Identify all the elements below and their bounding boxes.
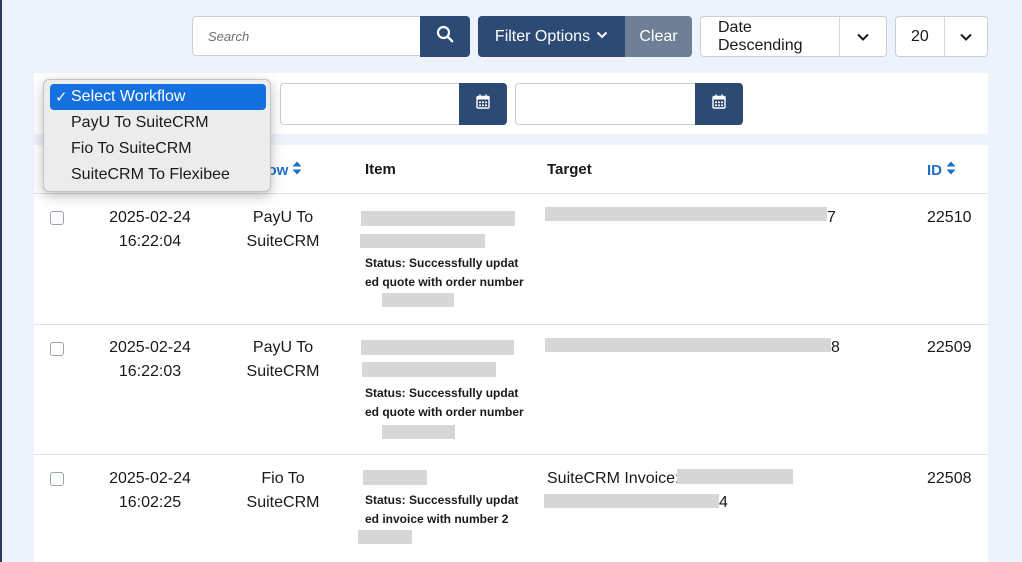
workflow-option-payu-to-suitecrm[interactable]: PayU To SuiteCRM xyxy=(50,110,266,136)
search-icon xyxy=(436,25,454,48)
filter-options-button[interactable]: Filter Options xyxy=(478,16,625,57)
row-date: 2025-02-24 16:22:03 xyxy=(100,336,200,384)
row-status: Status: Successfully updated quote with … xyxy=(365,386,524,419)
row-target-suffix: 4 xyxy=(719,494,728,511)
date-from-picker-button[interactable] xyxy=(459,83,507,125)
redacted-target-id xyxy=(677,469,793,484)
chevron-down-icon xyxy=(839,17,886,56)
row-divider xyxy=(34,454,988,455)
row-date-time: 16:02:25 xyxy=(118,494,182,511)
sort-icon xyxy=(292,161,302,179)
date-to-picker-button[interactable] xyxy=(695,83,743,125)
redacted-item-name xyxy=(363,470,427,485)
row-workflow-line1: PayU To xyxy=(252,209,314,226)
workflow-select-dropdown[interactable]: ✓ Select Workflow PayU To SuiteCRM Fio T… xyxy=(43,79,271,192)
redacted-target-id xyxy=(544,494,719,508)
row-workflow-line2: SuiteCRM xyxy=(246,233,320,250)
filter-options-label: Filter Options xyxy=(494,27,591,45)
calendar-icon xyxy=(712,94,726,114)
workflow-option-suitecrm-to-flexibee[interactable]: SuiteCRM To Flexibee xyxy=(50,162,266,188)
calendar-icon xyxy=(476,94,490,114)
workflow-option-label: PayU To SuiteCRM xyxy=(71,114,209,131)
row-target-suffix: 8 xyxy=(831,339,840,356)
row-workflow: PayU To SuiteCRM xyxy=(233,336,333,384)
row-date-day: 2025-02-24 xyxy=(109,209,191,226)
row-status: Status: Successfully updated invoice wit… xyxy=(365,493,519,526)
date-to-input[interactable] xyxy=(515,83,696,125)
row-checkbox[interactable] xyxy=(50,342,64,356)
sort-value: Date Descending xyxy=(718,18,803,54)
redacted-item-name xyxy=(360,234,485,248)
row-date: 2025-02-24 16:02:25 xyxy=(100,467,200,515)
chevron-down-icon xyxy=(944,17,987,56)
column-header-id-label: ID xyxy=(927,161,942,179)
redacted-target-id xyxy=(545,207,827,221)
row-workflow-line1: PayU To xyxy=(252,339,314,356)
header-divider xyxy=(34,193,988,194)
page-size-value: 20 xyxy=(911,27,929,45)
column-header-id[interactable]: ID xyxy=(927,161,956,179)
page-size-select[interactable]: 20 xyxy=(895,16,988,57)
row-checkbox[interactable] xyxy=(50,211,64,225)
row-workflow: Fio To SuiteCRM xyxy=(233,467,333,515)
redacted-target-id xyxy=(545,338,831,352)
row-target-suffix: 7 xyxy=(827,209,836,226)
redacted-order-number xyxy=(382,425,455,439)
column-header-item: Item xyxy=(365,161,396,178)
window-left-edge xyxy=(0,0,2,562)
redacted-item-name xyxy=(361,340,514,355)
workflow-option-label: Fio To SuiteCRM xyxy=(71,140,192,157)
redacted-invoice-number xyxy=(358,530,412,544)
row-date-day: 2025-02-24 xyxy=(109,470,191,487)
row-workflow-line2: SuiteCRM xyxy=(246,494,320,511)
row-workflow-line1: Fio To xyxy=(261,470,305,487)
row-id: 22510 xyxy=(927,209,972,226)
row-checkbox[interactable] xyxy=(50,472,64,486)
row-date-time: 16:22:03 xyxy=(118,363,182,380)
row-id: 22508 xyxy=(927,470,972,487)
row-date-time: 16:22:04 xyxy=(118,233,182,250)
checkmark-icon: ✓ xyxy=(55,89,68,106)
row-workflow-line2: SuiteCRM xyxy=(246,363,320,380)
workflow-option-select-workflow[interactable]: ✓ Select Workflow xyxy=(50,84,266,110)
sort-icon xyxy=(946,161,956,179)
row-workflow: PayU To SuiteCRM xyxy=(233,206,333,254)
redacted-item-name xyxy=(362,362,496,377)
row-id: 22509 xyxy=(927,339,972,356)
workflow-option-label: Select Workflow xyxy=(71,88,186,105)
workflow-option-label: SuiteCRM To Flexibee xyxy=(71,166,230,183)
row-date: 2025-02-24 16:22:04 xyxy=(100,206,200,254)
column-header-target: Target xyxy=(547,161,592,178)
redacted-order-number xyxy=(382,293,454,307)
row-status: Status: Successfully updated quote with … xyxy=(365,256,524,289)
row-date-day: 2025-02-24 xyxy=(109,339,191,356)
sort-select[interactable]: Date Descending xyxy=(700,16,887,57)
workflow-option-fio-to-suitecrm[interactable]: Fio To SuiteCRM xyxy=(50,136,266,162)
chevron-down-icon xyxy=(596,28,608,46)
redacted-item-name xyxy=(361,211,515,226)
clear-label: Clear xyxy=(639,27,678,45)
search-box xyxy=(192,16,420,56)
clear-button[interactable]: Clear xyxy=(625,16,692,57)
search-input[interactable] xyxy=(193,17,420,55)
row-target-prefix: SuiteCRM Invoice: xyxy=(547,470,680,487)
row-divider xyxy=(34,324,988,325)
date-from-input[interactable] xyxy=(280,83,460,125)
search-button[interactable] xyxy=(420,16,470,57)
